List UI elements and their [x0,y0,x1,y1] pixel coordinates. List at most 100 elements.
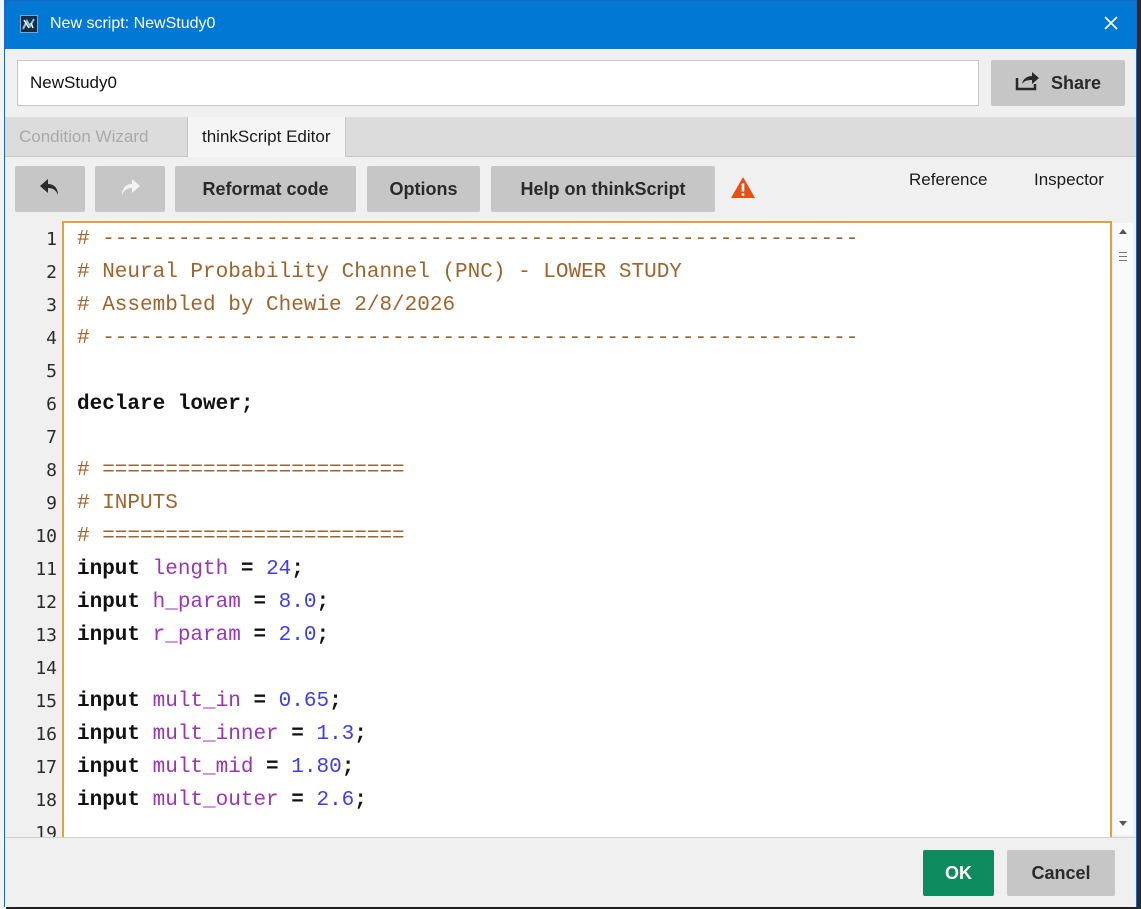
code-line[interactable]: input mult_inner = 1.3; [77,718,858,751]
ok-button[interactable]: OK [923,850,994,896]
line-number: 2 [46,262,57,283]
code-line[interactable]: # INPUTS [77,487,858,520]
help-on-thinkscript-button[interactable]: Help on thinkScript [491,166,715,212]
code-line[interactable]: input mult_outer = 2.6; [77,784,858,817]
code-token: 1.80 [291,756,342,779]
code-line[interactable]: # ======================== [77,520,858,553]
share-button[interactable]: Share [991,60,1125,106]
line-number: 17 [35,757,57,778]
scroll-up-icon[interactable] [1119,229,1127,234]
code-line[interactable]: # Assembled by Chewie 2/8/2026 [77,289,858,322]
tab-condition-wizard[interactable]: Condition Wizard [5,117,162,157]
inspector-link[interactable]: Inspector [1034,170,1104,190]
line-number: 18 [35,790,57,811]
code-editor[interactable]: # --------------------------------------… [62,221,1112,838]
line-number: 19 [35,823,57,837]
undo-button[interactable] [15,166,85,212]
title-bar[interactable]: New script: NewStudy0 [5,1,1136,49]
close-button[interactable] [1086,1,1136,49]
code-line[interactable]: input mult_mid = 1.80; [77,751,858,784]
reference-link[interactable]: Reference [909,170,987,190]
code-line[interactable]: input length = 24; [77,553,858,586]
code-token: mult_in [152,690,241,713]
code-token: ; [354,789,367,812]
line-number: 16 [35,724,57,745]
code-line[interactable]: input h_param = 8.0; [77,586,858,619]
code-token: # ======================== [77,525,405,548]
scroll-thumb-grip-icon[interactable] [1119,252,1127,261]
code-token: = [240,591,279,614]
close-icon [1103,15,1119,36]
code-line[interactable] [77,355,858,388]
reformat-code-button[interactable]: Reformat code [175,166,356,212]
code-token: input [77,723,153,746]
code-token: # INPUTS [77,492,178,515]
code-token: ; [341,756,355,779]
share-label: Share [1050,72,1102,93]
share-icon [1015,71,1041,96]
code-token: ; [354,723,367,746]
new-script-dialog: New script: NewStudy0 Share Condition Wi… [4,0,1137,907]
code-token: r_param [152,624,241,647]
code-token: # ======================== [77,459,405,482]
code-line[interactable]: # Neural Probability Channel (PNC) - LOW… [77,256,858,289]
window-title: New script: NewStudy0 [50,15,216,32]
code-line[interactable]: # ======================== [77,454,858,487]
line-number: 6 [46,394,57,415]
code-token: input [77,690,153,713]
code-line[interactable]: input mult_in = 0.65; [77,685,858,718]
code-line[interactable] [77,421,858,454]
code-token: input [77,756,153,779]
code-token: = [278,723,317,746]
code-token: input [77,591,153,614]
code-token: mult_mid [152,756,254,779]
code-line[interactable]: # --------------------------------------… [77,223,858,256]
vertical-scrollbar[interactable] [1113,223,1133,835]
code-token: # --------------------------------------… [77,228,859,251]
code-token: declare lower; [77,393,254,416]
code-line[interactable]: # --------------------------------------… [77,322,858,355]
line-number: 11 [35,559,57,580]
code-token: 2.6 [316,789,355,812]
code-token: # Neural Probability Channel (PNC) - LOW… [77,261,682,284]
redo-icon [119,177,141,202]
code-line[interactable] [77,652,858,685]
code-token: ; [291,558,304,581]
code-token: = [240,690,279,713]
line-number: 12 [35,592,57,613]
tab-thinkscript-editor[interactable]: thinkScript Editor [187,117,346,157]
scroll-down-icon[interactable] [1119,821,1127,826]
code-token: ; [329,690,342,713]
code-line[interactable]: input r_param = 2.0; [77,619,858,652]
warning-icon[interactable] [730,176,756,205]
code-token: mult_outer [152,789,279,812]
code-token: length [152,558,229,581]
code-token: h_param [152,591,241,614]
code-token: input [77,624,153,647]
code-token: = [228,558,267,581]
redo-button[interactable] [95,166,165,212]
line-number: 8 [46,460,57,481]
code-token: 24 [266,558,292,581]
undo-icon [39,177,61,202]
cancel-button[interactable]: Cancel [1007,850,1115,896]
line-number: 3 [46,295,57,316]
line-number: 7 [46,427,57,448]
line-number: 1 [46,229,57,250]
app-icon [20,15,38,33]
tab-bar: Condition Wizard thinkScript Editor [5,117,1136,157]
code-token: = [240,624,279,647]
code-token: 2.0 [278,624,317,647]
line-number: 10 [35,526,57,547]
line-number: 9 [46,493,57,514]
code-line[interactable]: declare lower; [77,388,858,421]
code-token: = [278,789,317,812]
line-number: 14 [35,658,57,679]
code-token: # Assembled by Chewie 2/8/2026 [77,294,456,317]
code-token: input [77,789,153,812]
line-number-gutter: 1 2 3 4 5 6 7 8 9 10 11 12 13 14 15 16 17 18 19 [17,223,61,837]
options-button[interactable]: Options [367,166,480,212]
script-name-input[interactable] [17,60,979,106]
code-token: input [77,558,153,581]
code-token: 8.0 [278,591,317,614]
